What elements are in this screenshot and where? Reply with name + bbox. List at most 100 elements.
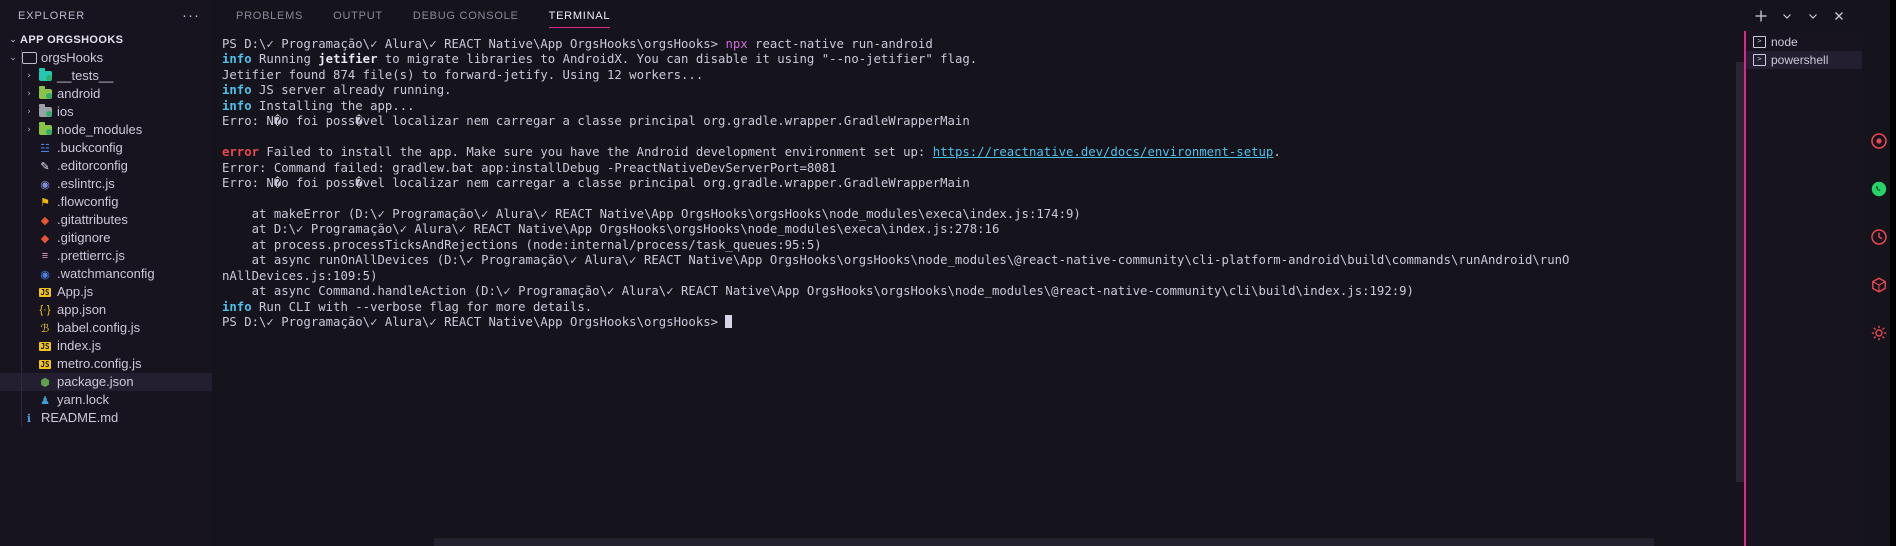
panel-views-dropdown-icon[interactable] (1800, 3, 1826, 29)
terminal-instance-label: node (1771, 35, 1798, 49)
javascript-icon: JS (39, 287, 51, 297)
gear-icon[interactable] (1866, 320, 1892, 346)
file-tree-item-label: orgsHooks (41, 50, 104, 65)
terminal-text: info (222, 83, 252, 98)
explorer-header: EXPLORER ··· (0, 0, 212, 31)
editorconfig-icon: ✎ (40, 160, 50, 173)
terminal-line: at D:\✓ Programação\✓ Alura\✓ REACT Nati… (222, 222, 1736, 237)
scroll-thumb-horizontal[interactable] (434, 538, 1654, 546)
file-tree-item-label: .eslintrc.js (57, 176, 115, 191)
terminal-icon: > (1752, 54, 1767, 66)
terminal-line: at async Command.handleAction (D:\✓ Prog… (222, 284, 1736, 299)
terminal-text: PS D:\✓ Programação\✓ Alura\✓ REACT Nati… (222, 37, 726, 51)
terminal-line: Jetifier found 874 file(s) to forward-je… (222, 68, 1736, 83)
terminal-line: PS D:\✓ Programação\✓ Alura\✓ REACT Nati… (222, 315, 1736, 330)
chevron-right-icon[interactable]: › (22, 71, 36, 81)
chevron-right-icon[interactable]: › (22, 89, 36, 99)
new-terminal-dropdown-icon[interactable] (1774, 3, 1800, 29)
file-tree-item[interactable]: JS App.js (0, 283, 212, 301)
file-tree-item[interactable]: ⌄ orgsHooks (0, 49, 212, 67)
file-tree-item[interactable]: › __tests__ (0, 67, 212, 85)
chevron-down-icon: ⌄ (9, 35, 17, 45)
terminal-instance-powershell[interactable]: > powershell (1744, 51, 1862, 69)
file-tree-item-label: __tests__ (57, 68, 114, 83)
file-tree-item[interactable]: ⬢ package.json (0, 373, 212, 391)
file-tree-item[interactable]: JS index.js (0, 337, 212, 355)
panel-tab-problems[interactable]: PROBLEMS (236, 0, 303, 31)
file-tree-item[interactable]: › ios (0, 103, 212, 121)
nodejs-icon: ⬢ (40, 376, 50, 389)
terminal-instance-list: > node > powershell (1744, 31, 1862, 546)
panel-tab-output[interactable]: OUTPUT (333, 0, 383, 31)
file-tree-item[interactable]: ♟ yarn.lock (0, 391, 212, 409)
terminal-instance-node[interactable]: > node (1744, 33, 1862, 51)
file-tree-item-label: .gitignore (57, 230, 111, 245)
whatsapp-icon[interactable] (1866, 176, 1892, 202)
terminal-line: PS D:\✓ Programação\✓ Alura\✓ REACT Nati… (222, 37, 1736, 52)
file-tree-item[interactable]: JS metro.config.js (0, 355, 212, 373)
terminal-text: Running (251, 52, 319, 67)
terminal-horizontal-scrollbar[interactable] (434, 538, 1736, 546)
file-tree-item[interactable]: ◉ .watchmanconfig (0, 265, 212, 283)
terminal-text: Run CLI with --verbose flag for more det… (251, 299, 593, 314)
git-icon: ◆ (40, 214, 50, 227)
explorer-title: EXPLORER (18, 9, 86, 22)
file-tree-item[interactable]: {·} app.json (0, 301, 212, 319)
explorer-root-label: APP ORGSHOOKS (20, 34, 124, 46)
javascript-icon: JS (39, 359, 51, 369)
chevron-down-icon[interactable]: ⌄ (6, 53, 20, 63)
terminal-text: Installing the app... (251, 98, 415, 113)
file-tree-item[interactable]: ◆ .gitattributes (0, 211, 212, 229)
explorer-root-folder[interactable]: ⌄ APP ORGSHOOKS (0, 31, 212, 49)
vscode-window: EXPLORER ··· ⌄ APP ORGSHOOKS ⌄ orgsHooks ›… (0, 0, 1896, 546)
file-tree-item[interactable]: ✎ .editorconfig (0, 157, 212, 175)
explorer-more-actions-icon[interactable]: ··· (178, 8, 204, 23)
terminal-line: at makeError (D:\✓ Programação\✓ Alura\✓… (222, 207, 1736, 222)
info-icon: ℹ (26, 412, 32, 425)
terminal-line: nAllDevices.js:109:5) (222, 269, 1736, 284)
file-tree-item[interactable]: ☳ .buckconfig (0, 139, 212, 157)
terminal-line: Error: Command failed: gradlew.bat app:i… (222, 161, 1736, 176)
file-tree-item[interactable]: › android (0, 85, 212, 103)
history-icon[interactable] (1866, 224, 1892, 250)
javascript-icon: JS (39, 341, 51, 351)
folder-icon (20, 52, 38, 64)
folder-icon (36, 68, 54, 81)
file-tree-item[interactable]: ◉ .eslintrc.js (0, 175, 212, 193)
file-tree-item-label: yarn.lock (57, 392, 110, 407)
terminal-vertical-scrollbar[interactable] (1736, 62, 1744, 546)
terminal-text: info (222, 299, 252, 314)
terminal-link[interactable]: https://reactnative.dev/docs/environment… (933, 145, 1274, 159)
file-tree-item[interactable]: ⚑ .flowconfig (0, 193, 212, 211)
panel-tab-debug-console[interactable]: DEBUG CONSOLE (413, 0, 519, 31)
git-icon: ◆ (40, 232, 50, 245)
file-tree-item[interactable]: › node_modules (0, 121, 212, 139)
terminal-line: info Running jetifier to migrate librari… (222, 52, 1736, 67)
terminal-text: at D:\✓ Programação\✓ Alura\✓ REACT Nati… (222, 222, 1000, 237)
close-panel-icon[interactable] (1826, 3, 1852, 29)
terminal-text: at async Command.handleAction (D:\✓ Prog… (222, 284, 1414, 299)
scroll-thumb[interactable] (1736, 62, 1744, 482)
panel-region: PROBLEMS OUTPUT DEBUG CONSOLE TERMINAL PS D… (212, 0, 1862, 546)
chevron-right-icon[interactable]: › (22, 107, 36, 117)
terminal-text: info (222, 52, 252, 67)
terminal-output[interactable]: PS D:\✓ Programação\✓ Alura\✓ REACT Nati… (212, 37, 1744, 331)
record-icon[interactable] (1866, 128, 1892, 154)
terminal-output-wrapper[interactable]: PS D:\✓ Programação\✓ Alura\✓ REACT Nati… (212, 31, 1744, 546)
terminal-text: Erro: N�o foi poss�vel localizar nem car… (222, 114, 970, 129)
terminal-line: Erro: N�o foi poss�vel localizar nem car… (222, 176, 1736, 191)
file-tree-item[interactable]: ℹ README.md (0, 409, 212, 427)
file-tree-item[interactable]: ℬbabel.config.js (0, 319, 212, 337)
terminal-line: info Installing the app... (222, 99, 1736, 114)
panel-tab-terminal[interactable]: TERMINAL (548, 0, 611, 31)
terminal-line: info JS server already running. (222, 83, 1736, 98)
new-terminal-button[interactable] (1748, 3, 1774, 29)
file-tree-item[interactable]: ≡ .prettierrc.js (0, 247, 212, 265)
chevron-right-icon[interactable]: › (22, 125, 36, 135)
file-tree-item[interactable]: ◆ .gitignore (0, 229, 212, 247)
terminal-cursor (725, 315, 733, 329)
terminal-text: Erro: N�o foi poss�vel localizar nem car… (222, 176, 970, 191)
package-icon[interactable] (1866, 272, 1892, 298)
file-tree-item-label: README.md (41, 410, 119, 425)
